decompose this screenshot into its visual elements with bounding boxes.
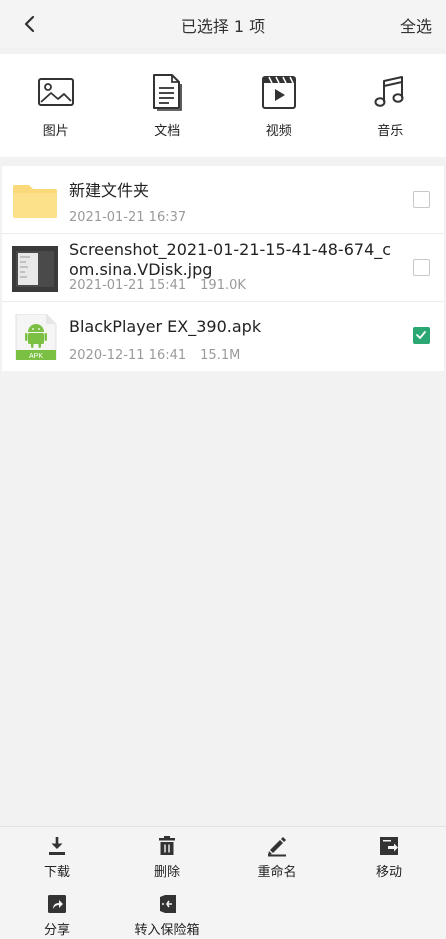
select-checkbox[interactable] (413, 259, 430, 276)
list-item[interactable]: APK BlackPlayer EX_390.apk 2020-12-11 16… (2, 302, 444, 371)
action-label: 下载 (43, 865, 70, 880)
category-label: 图片 (42, 124, 69, 139)
move-icon (380, 837, 398, 855)
file-meta: 2021-01-21 15:41 191.0K (69, 278, 246, 293)
action-label: 移动 (375, 865, 402, 880)
action-label: 删除 (153, 865, 180, 880)
list-item[interactable]: 新建文件夹 2021-01-21 16:37 (2, 166, 444, 234)
apk-label: APK (29, 353, 43, 360)
file-name: 新建文件夹 (69, 181, 150, 200)
download-button[interactable]: 下载 (2, 835, 112, 880)
apk-file-icon: APK (15, 314, 57, 360)
check-icon (416, 331, 426, 339)
action-label: 转入保险箱 (134, 923, 200, 938)
category-label: 视频 (265, 124, 292, 139)
file-date: 2021-01-21 15:41 (69, 278, 187, 293)
select-checkbox[interactable] (413, 327, 430, 344)
share-button[interactable]: 分享 (2, 893, 112, 938)
category-images[interactable]: 图片 (0, 54, 112, 157)
pencil-icon (268, 837, 286, 857)
file-size: 15.1M (200, 348, 241, 363)
file-list: 新建文件夹 2021-01-21 16:37 Screenshot_2021-0… (2, 166, 444, 371)
document-icon (153, 74, 183, 111)
select-all-button[interactable]: 全选 (400, 13, 432, 37)
file-meta: 2020-12-11 16:41 15.1M (69, 348, 240, 363)
file-date: 2021-01-21 16:37 (69, 210, 187, 225)
trash-icon (159, 836, 175, 855)
action-label: 分享 (43, 923, 70, 938)
category-documents[interactable]: 文档 (112, 54, 224, 157)
music-icon (374, 76, 404, 107)
download-icon (49, 837, 65, 855)
page-title: 已选择 1 项 (180, 17, 266, 36)
category-label: 文档 (154, 124, 181, 139)
category-videos[interactable]: 视频 (223, 54, 335, 157)
file-name: BlackPlayer EX_390.apk (69, 317, 262, 336)
move-to-safe-button[interactable]: 转入保险箱 (112, 893, 222, 938)
image-thumbnail (12, 246, 58, 292)
file-date: 2020-12-11 16:41 (69, 348, 187, 363)
rename-button[interactable]: 重命名 (222, 835, 332, 880)
action-bar: 下载 删除 重命名 移动 分享 转入保险箱 (0, 826, 446, 939)
list-item[interactable]: Screenshot_2021-01-21-15-41-48-674_com.s… (2, 234, 444, 302)
file-size: 191.0K (200, 278, 246, 293)
delete-button[interactable]: 删除 (112, 835, 222, 880)
folder-icon (13, 185, 57, 218)
category-bar: 图片 文档 视频 音乐 (0, 54, 446, 157)
share-icon (48, 895, 66, 913)
action-label: 重命名 (257, 865, 297, 880)
category-music[interactable]: 音乐 (335, 54, 446, 157)
video-icon (261, 76, 296, 109)
select-checkbox[interactable] (413, 191, 430, 208)
file-name: Screenshot_2021-01-21-15-41-48-674_com.s… (69, 240, 392, 279)
image-icon (37, 78, 74, 106)
move-button[interactable]: 移动 (334, 835, 444, 880)
top-bar: 已选择 1 项 全选 (0, 0, 446, 48)
category-label: 音乐 (377, 124, 404, 139)
safe-icon (160, 895, 176, 913)
file-meta: 2021-01-21 16:37 (69, 210, 186, 225)
